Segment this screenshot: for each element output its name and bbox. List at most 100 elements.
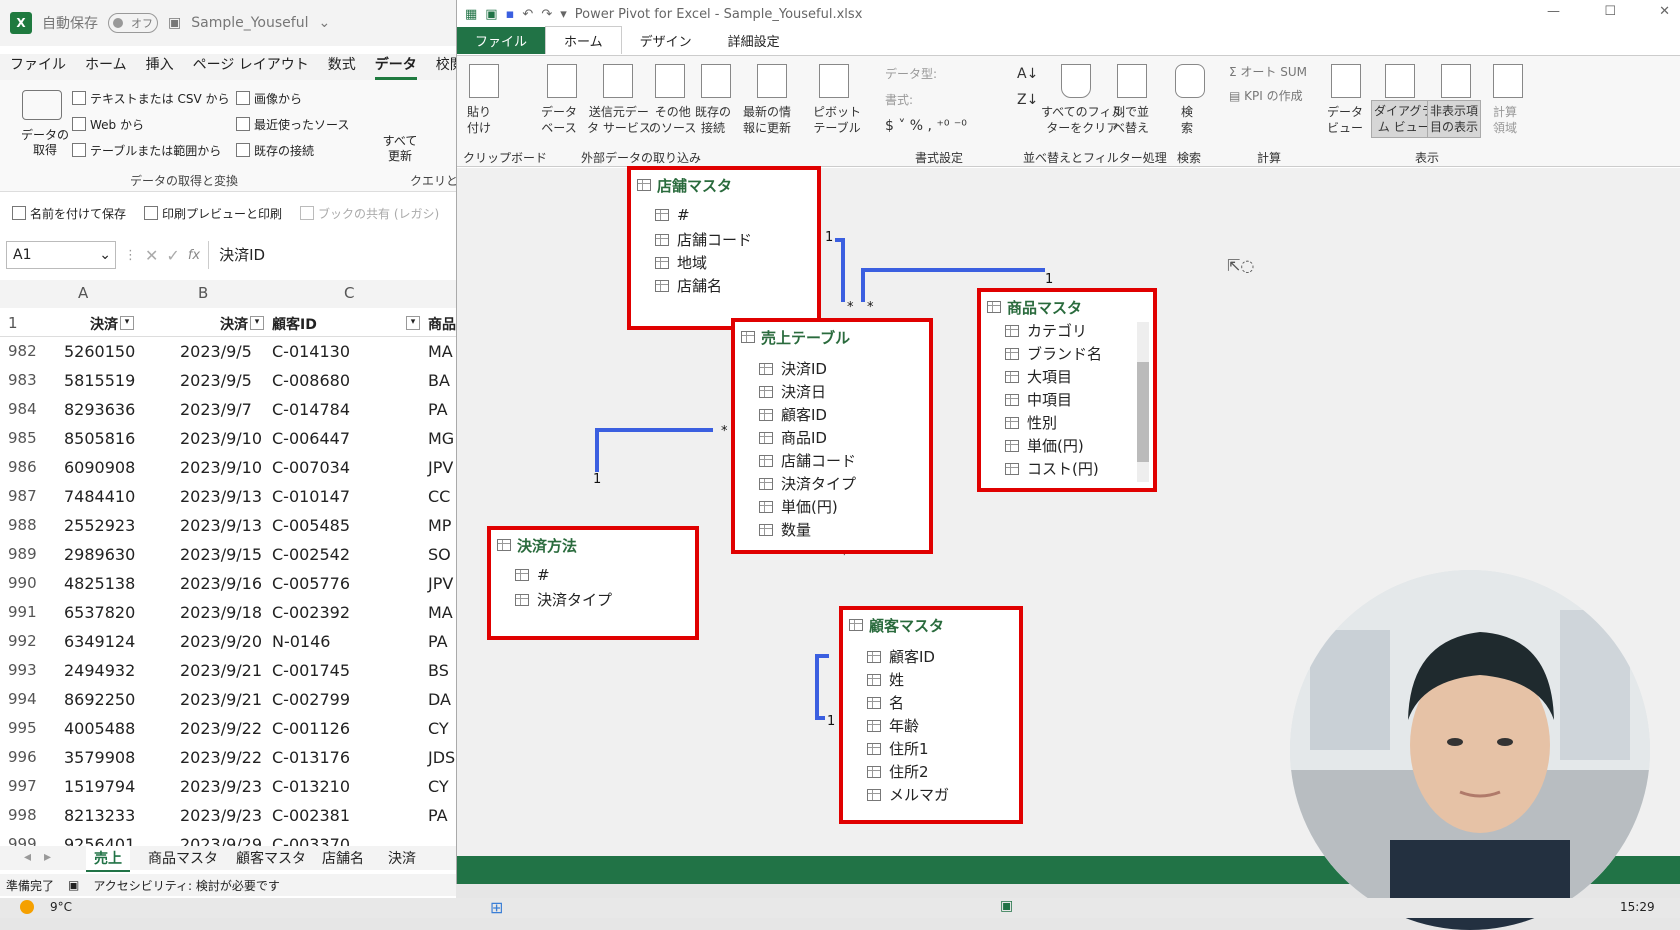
column-item[interactable]: 店舗コード xyxy=(655,229,752,250)
cell-b[interactable]: 2023/9/18 xyxy=(180,603,262,622)
menu-file[interactable]: ファイル xyxy=(10,54,66,80)
cell-a[interactable]: 6537820 xyxy=(64,603,135,622)
col-header-a[interactable]: A xyxy=(78,284,88,302)
relationship-line[interactable] xyxy=(595,428,599,472)
sheet-tab-customer[interactable]: 顧客マスタ xyxy=(236,848,306,868)
cell-c[interactable]: N-0146 xyxy=(272,632,330,651)
menu-insert[interactable]: 挿入 xyxy=(146,54,174,80)
refresh-button[interactable]: 最新の情 報に更新 xyxy=(743,104,791,136)
formula-input[interactable]: 決済ID xyxy=(208,241,456,269)
existing-conn-button[interactable]: 既存の接続 xyxy=(236,142,314,159)
menu-formulas[interactable]: 数式 xyxy=(328,54,356,80)
col-header-c[interactable]: C xyxy=(344,284,354,302)
cell-b[interactable]: 2023/9/22 xyxy=(180,748,262,767)
cell-b[interactable]: 2023/9/21 xyxy=(180,690,262,709)
column-item[interactable]: 大項目 xyxy=(1005,366,1072,387)
column-item[interactable]: コスト(円) xyxy=(1005,458,1099,479)
show-hidden-button[interactable]: 非表示項 目の表示 xyxy=(1427,100,1482,138)
cell-a[interactable]: 6349124 xyxy=(64,632,135,651)
cell-d[interactable]: MP xyxy=(428,516,451,535)
cell-b[interactable]: 2023/9/23 xyxy=(180,806,262,825)
column-item[interactable]: 住所2 xyxy=(867,761,929,782)
cell-c[interactable]: C-001126 xyxy=(272,719,350,738)
header-cell-c[interactable]: 顧客ID xyxy=(272,314,317,334)
print-preview-button[interactable]: 印刷プレビューと印刷 xyxy=(144,205,282,222)
column-item[interactable]: 顧客ID xyxy=(759,404,827,425)
sort-by-column-button[interactable]: 列で並 べ替え xyxy=(1113,104,1149,136)
pivot-table-button[interactable]: ピボット テーブル xyxy=(813,104,861,136)
qat-dropdown-icon[interactable]: ▾ xyxy=(560,7,567,22)
prev-sheet-icon[interactable]: ◂ xyxy=(24,849,31,865)
from-web-button[interactable]: Web から xyxy=(72,116,144,133)
cell-c[interactable]: C-002381 xyxy=(272,806,350,825)
file-name[interactable]: Sample_Youseful xyxy=(191,15,308,31)
header-cell-d[interactable]: 商品 xyxy=(428,314,456,334)
cell-a[interactable]: 8692250 xyxy=(64,690,135,709)
from-image-button[interactable]: 画像から xyxy=(236,90,302,107)
relationship-line[interactable] xyxy=(841,238,845,302)
cell-b[interactable]: 2023/9/23 xyxy=(180,777,262,796)
table-customer-master[interactable]: 顧客マスタ 顧客ID 姓名年齢 住所1 住所2 メルマガ xyxy=(839,606,1023,824)
column-item[interactable]: 店舗名 xyxy=(655,275,722,296)
col-header-b[interactable]: B xyxy=(198,284,208,302)
cell-d[interactable]: DA xyxy=(428,690,451,709)
column-item[interactable]: # xyxy=(515,566,550,584)
find-button[interactable]: 検 索 xyxy=(1181,104,1193,136)
cell-c[interactable]: C-014784 xyxy=(272,400,350,419)
currency-format-icon[interactable]: $ ˅ % , ⁺⁰ ⁻⁰ xyxy=(885,118,967,134)
fx-icon[interactable]: fx xyxy=(188,248,200,263)
get-data-button[interactable]: データの取得 xyxy=(20,128,70,158)
cell-b[interactable]: 2023/9/10 xyxy=(180,458,262,477)
calc-area-button[interactable]: 計算 領域 xyxy=(1493,104,1517,136)
relationship-line[interactable] xyxy=(835,238,843,242)
column-item[interactable]: 地域 xyxy=(655,252,707,273)
recent-sources-button[interactable]: 最近使ったソース xyxy=(236,116,349,133)
chevron-down-icon[interactable]: ⌄ xyxy=(318,15,330,31)
relationship-line[interactable] xyxy=(815,654,819,720)
relationship-line[interactable] xyxy=(861,268,1045,272)
column-item[interactable]: 単価(円) xyxy=(759,496,838,517)
refresh-all-button[interactable]: すべて更新 xyxy=(380,134,420,164)
table-store-master[interactable]: 店舗マスタ # 店舗コード 地域 店舗名 xyxy=(627,166,821,330)
column-item[interactable]: 店舗コード xyxy=(759,450,856,471)
column-item[interactable]: 中項目 xyxy=(1005,389,1072,410)
column-item[interactable]: メルマガ xyxy=(867,784,949,805)
other-source-button[interactable]: その他 のソース xyxy=(649,104,696,136)
excel-taskbar-icon[interactable]: ▣ xyxy=(1000,898,1013,914)
cell-b[interactable]: 2023/9/20 xyxy=(180,632,262,651)
cell-d[interactable]: MA xyxy=(428,603,453,622)
cell-c[interactable]: C-013176 xyxy=(272,748,350,767)
relationship-line[interactable] xyxy=(595,428,713,432)
minimize-icon[interactable]: — xyxy=(1547,4,1560,19)
tab-design[interactable]: デザイン xyxy=(622,27,710,54)
menu-home[interactable]: ホーム xyxy=(85,54,127,80)
cell-c[interactable]: C-001745 xyxy=(272,661,350,680)
macro-icon[interactable]: ▣ xyxy=(68,878,79,892)
save-icon[interactable]: ▪ xyxy=(506,7,515,22)
header-cell-b[interactable]: 決済 xyxy=(220,314,248,334)
tab-home[interactable]: ホーム xyxy=(545,26,622,54)
table-payment-method[interactable]: 決済方法 # 決済タイプ xyxy=(487,526,699,640)
cell-b[interactable]: 2023/9/15 xyxy=(180,545,262,564)
column-item[interactable]: 決済タイプ xyxy=(515,589,612,610)
relationship-line[interactable] xyxy=(861,268,865,302)
column-item[interactable]: 決済日 xyxy=(759,381,826,402)
data-service-button[interactable]: 送信元デー タ サービス xyxy=(587,104,651,136)
sort-asc-icon[interactable]: A↓ xyxy=(1017,66,1038,82)
cell-d[interactable]: MA xyxy=(428,342,453,361)
column-item[interactable]: 名 xyxy=(867,692,904,713)
cell-c[interactable]: C-005776 xyxy=(272,574,350,593)
column-item[interactable]: 顧客ID xyxy=(867,646,935,667)
cell-c[interactable]: C-006447 xyxy=(272,429,350,448)
existing-conn-button[interactable]: 既存の 接続 xyxy=(695,104,731,136)
menu-data[interactable]: データ xyxy=(374,54,417,80)
cell-c[interactable]: C-013210 xyxy=(272,777,350,796)
cell-b[interactable]: 2023/9/13 xyxy=(180,516,262,535)
cell-d[interactable]: JPV xyxy=(428,574,453,593)
column-item[interactable]: 数量 xyxy=(759,519,811,540)
tab-advanced[interactable]: 詳細設定 xyxy=(710,27,798,54)
column-item[interactable]: 商品ID xyxy=(759,427,827,448)
sheet-tab-store[interactable]: 店舗名 xyxy=(322,848,364,868)
save-as-button[interactable]: 名前を付けて保存 xyxy=(12,205,126,222)
relationship-line[interactable] xyxy=(815,716,825,720)
